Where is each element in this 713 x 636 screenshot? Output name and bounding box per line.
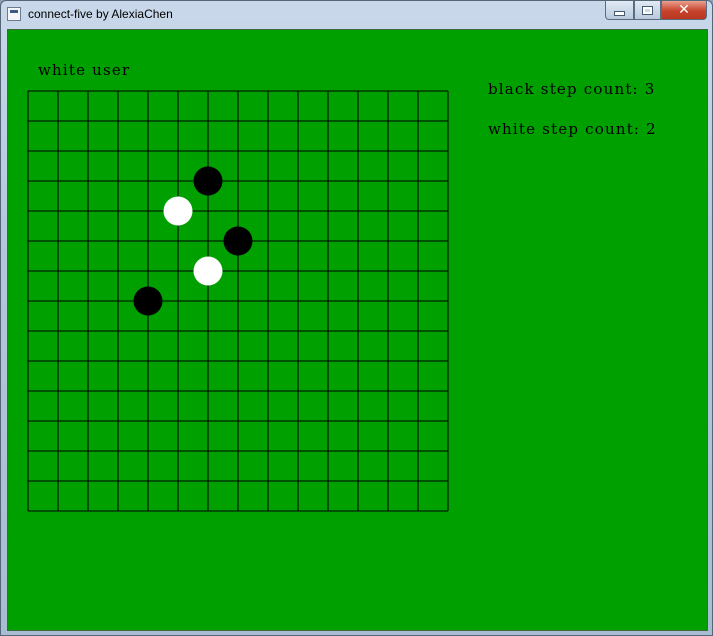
title-bar[interactable]: connect-five by AlexiaChen ✕: [1, 1, 712, 28]
white-stone: [193, 256, 223, 286]
minimize-icon: [614, 10, 625, 16]
black-step-count: black step count: 3: [488, 80, 656, 98]
window-title: connect-five by AlexiaChen: [28, 7, 173, 21]
maximize-icon: [642, 5, 653, 15]
close-icon: ✕: [678, 2, 690, 18]
minimize-button[interactable]: [605, 1, 634, 20]
white-stone: [163, 196, 193, 226]
black-stone: [223, 226, 253, 256]
game-board[interactable]: [27, 90, 449, 512]
white-step-count: white step count: 2: [488, 120, 657, 138]
close-button[interactable]: ✕: [661, 1, 707, 20]
app-icon[interactable]: [7, 7, 21, 21]
black-stone: [193, 166, 223, 196]
app-window: connect-five by AlexiaChen ✕ white user …: [0, 0, 713, 636]
maximize-button[interactable]: [634, 1, 661, 20]
current-turn-label: white user: [38, 61, 131, 79]
black-stone: [133, 286, 163, 316]
game-area: white user black step count: 3 white ste…: [7, 29, 708, 631]
